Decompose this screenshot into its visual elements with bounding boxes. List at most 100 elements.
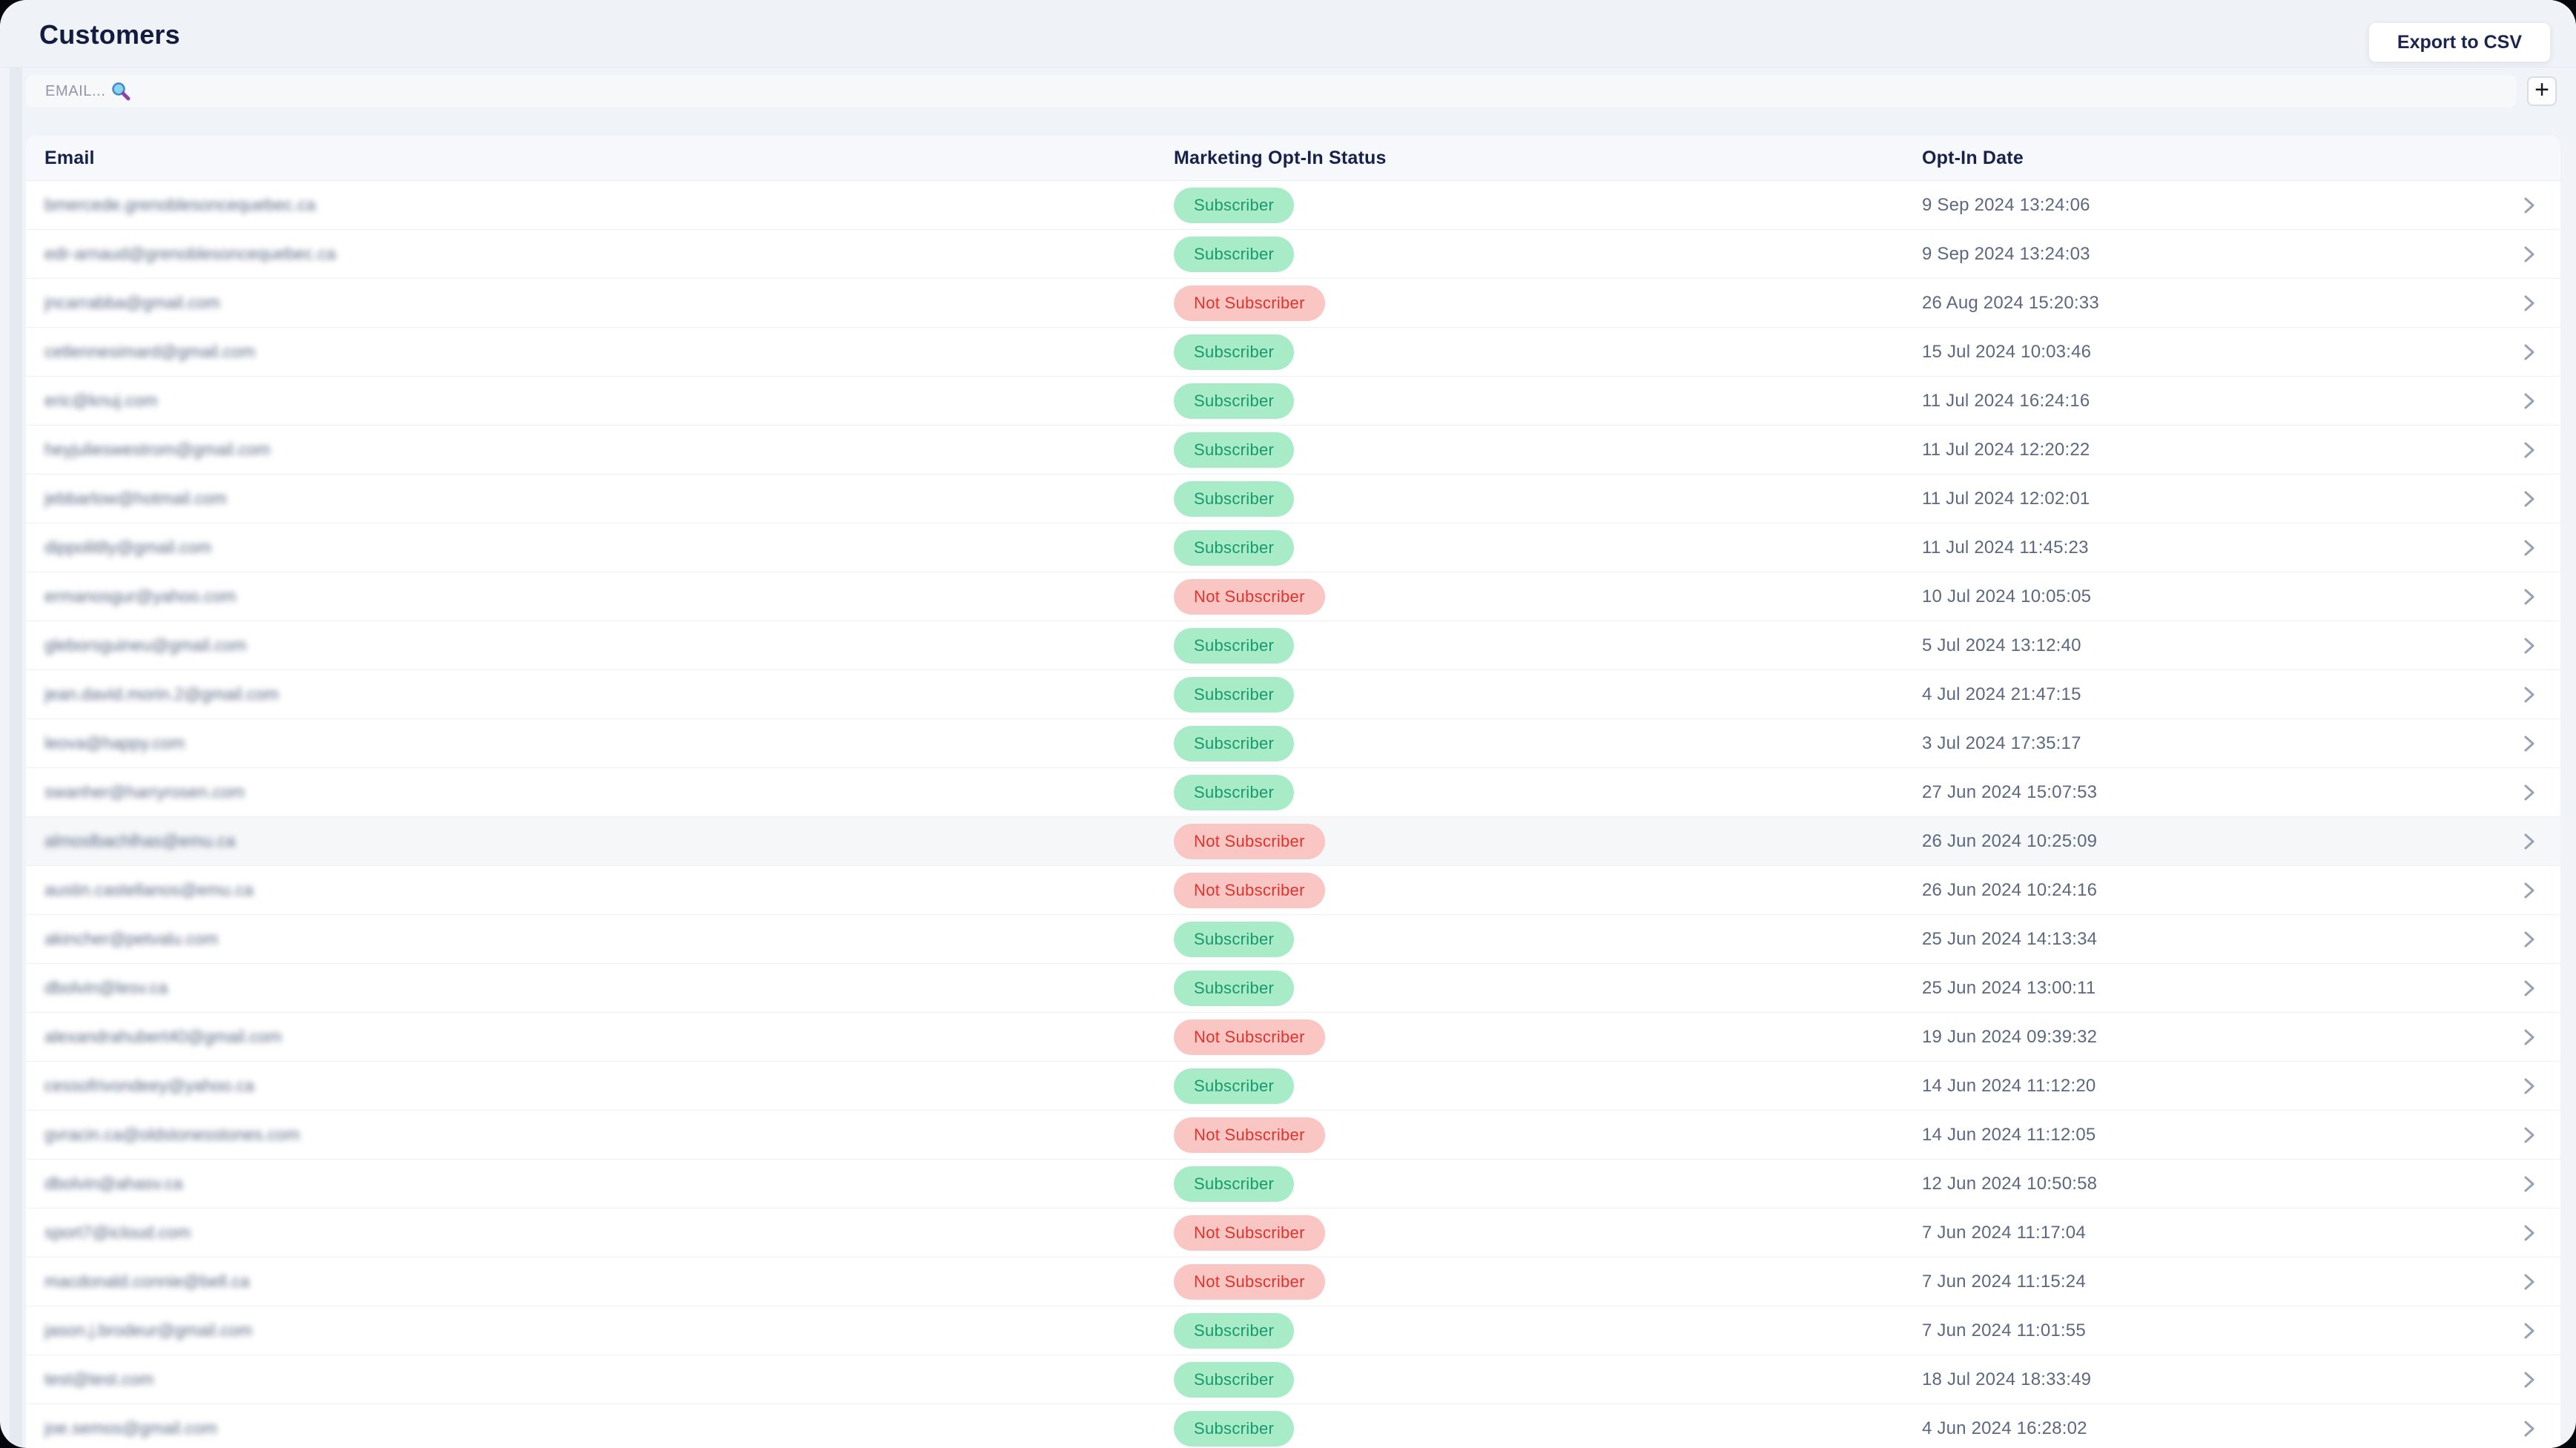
table-row[interactable]: bmercede.grenoblesoncequebec.ca Subscrib… [26, 181, 2560, 230]
chevron-cell[interactable] [2497, 586, 2560, 608]
chevron-cell[interactable] [2497, 537, 2560, 559]
table-row[interactable]: jncarrabba@gmail.com Not Subscriber 26 A… [26, 279, 2560, 328]
table-row[interactable]: leova@happy.com Subscriber 3 Jul 2024 17… [26, 719, 2560, 768]
chevron-cell[interactable] [2497, 928, 2560, 951]
email-cell: almoslbachlhas@emu.ca [44, 831, 236, 850]
status-cell: Subscriber [1174, 383, 1922, 419]
status-badge: Subscriber [1174, 1068, 1295, 1104]
add-customer-button[interactable]: + [2527, 76, 2557, 106]
email-cell: dbolvin@ahasv.ca [44, 1174, 183, 1193]
email-cell: joe.semos@gmail.com [44, 1418, 217, 1438]
status-badge: Subscriber [1174, 627, 1295, 664]
table-row[interactable]: joe.semos@gmail.com Subscriber 4 Jun 202… [26, 1404, 2560, 1448]
chevron-right-icon [2524, 295, 2534, 311]
opt-in-date-cell: 9 Sep 2024 13:24:06 [1922, 194, 2090, 215]
table-row[interactable]: dbolvin@ahasv.ca Subscriber 12 Jun 2024 … [26, 1160, 2560, 1209]
chevron-right-icon [2524, 735, 2534, 751]
status-cell: Subscriber [1174, 676, 1922, 713]
chevron-right-icon [2524, 246, 2534, 262]
table-row[interactable]: ermanosgur@yahoo.com Not Subscriber 10 J… [26, 572, 2560, 621]
chevron-cell[interactable] [2497, 879, 2560, 902]
status-badge: Subscriber [1174, 921, 1295, 957]
opt-in-date-cell: 4 Jul 2024 21:47:15 [1922, 684, 2081, 704]
table-row[interactable]: edr-arnaud@grenoblesoncequebec.ca Subscr… [26, 230, 2560, 279]
opt-in-date-cell: 26 Aug 2024 15:20:33 [1922, 292, 2099, 313]
chevron-cell[interactable] [2497, 684, 2560, 706]
chevron-right-icon [2524, 638, 2534, 653]
table-row[interactable]: dbolvin@lesv.ca Subscriber 25 Jun 2024 1… [26, 964, 2560, 1013]
table-row[interactable]: gleborsguineu@gmail.com Subscriber 5 Jul… [26, 621, 2560, 670]
status-cell: Subscriber [1174, 725, 1922, 761]
chevron-cell[interactable] [2497, 1124, 2560, 1146]
status-cell: Subscriber [1174, 1312, 1922, 1349]
table-row[interactable]: jean.david.morin.2@gmail.com Subscriber … [26, 670, 2560, 719]
status-badge: Subscriber [1174, 480, 1295, 517]
chevron-cell[interactable] [2497, 1320, 2560, 1342]
chevron-right-icon [2524, 589, 2534, 604]
export-to-csv-button[interactable]: Export to CSV [2368, 22, 2551, 62]
chevron-cell[interactable] [2497, 292, 2560, 314]
table-row[interactable]: austin.castellanos@emu.ca Not Subscriber… [26, 866, 2560, 915]
chevron-right-icon [2524, 197, 2534, 213]
status-cell: Not Subscriber [1174, 1019, 1922, 1055]
chevron-cell[interactable] [2497, 1271, 2560, 1293]
email-cell: jason.j.brodeur@gmail.com [44, 1320, 253, 1340]
table-row[interactable]: gvracin.ca@oldstonesstones.com Not Subsc… [26, 1111, 2560, 1160]
plus-icon: + [2534, 76, 2549, 104]
table-row[interactable]: heyjulieswestrom@gmail.com Subscriber 11… [26, 426, 2560, 475]
chevron-cell[interactable] [2497, 243, 2560, 265]
chevron-cell[interactable] [2497, 488, 2560, 510]
chevron-cell[interactable] [2497, 1222, 2560, 1244]
status-cell: Subscriber [1174, 970, 1922, 1006]
email-cell: cetlennesimard@gmail.com [44, 342, 256, 361]
table-row[interactable]: eric@knuj.com Subscriber 11 Jul 2024 16:… [26, 377, 2560, 426]
page-title: Customers [39, 19, 180, 50]
chevron-cell[interactable] [2497, 1418, 2560, 1440]
chevron-cell[interactable] [2497, 390, 2560, 412]
status-badge: Not Subscriber [1174, 1117, 1325, 1153]
email-cell: gvracin.ca@oldstonesstones.com [44, 1125, 300, 1144]
opt-in-date-cell: 18 Jul 2024 18:33:49 [1922, 1369, 2092, 1389]
opt-in-date-cell: 27 Jun 2024 15:07:53 [1922, 781, 2098, 802]
opt-in-date-cell: 3 Jul 2024 17:35:17 [1922, 733, 2081, 753]
table-row[interactable]: dippolit8y@gmail.com Subscriber 11 Jul 2… [26, 523, 2560, 572]
status-cell: Not Subscriber [1174, 1117, 1922, 1153]
email-search-input[interactable]: EMAIL... [26, 75, 2517, 108]
chevron-right-icon [2524, 1127, 2534, 1143]
table-row[interactable]: sport7@icloud.com Not Subscriber 7 Jun 2… [26, 1209, 2560, 1257]
email-cell: akincher@petvalu.com [44, 929, 219, 948]
table-row[interactable]: almoslbachlhas@emu.ca Not Subscriber 26 … [26, 817, 2560, 866]
chevron-cell[interactable] [2497, 781, 2560, 804]
table-row[interactable]: jebbarlow@hotmail.com Subscriber 11 Jul … [26, 475, 2560, 523]
table-row[interactable]: cessofrivondeey@yahoo.ca Subscriber 14 J… [26, 1062, 2560, 1111]
chevron-cell[interactable] [2497, 635, 2560, 657]
chevron-cell[interactable] [2497, 1173, 2560, 1195]
chevron-cell[interactable] [2497, 733, 2560, 755]
chevron-cell[interactable] [2497, 341, 2560, 363]
opt-in-date-cell: 12 Jun 2024 10:50:58 [1922, 1173, 2098, 1194]
chevron-cell[interactable] [2497, 194, 2560, 216]
opt-in-date-cell: 25 Jun 2024 13:00:11 [1922, 977, 2096, 998]
opt-in-date-cell: 4 Jun 2024 16:28:02 [1922, 1418, 2087, 1438]
chevron-cell[interactable] [2497, 1369, 2560, 1391]
chevron-cell[interactable] [2497, 1026, 2560, 1048]
chevron-right-icon [2524, 980, 2534, 996]
opt-in-date-cell: 7 Jun 2024 11:17:04 [1922, 1222, 2086, 1243]
table-row[interactable]: test@test.com Subscriber 18 Jul 2024 18:… [26, 1355, 2560, 1404]
table-row[interactable]: jason.j.brodeur@gmail.com Subscriber 7 J… [26, 1306, 2560, 1355]
table-row[interactable]: macdonald.connie@bell.ca Not Subscriber … [26, 1257, 2560, 1306]
table-row[interactable]: swanher@harryrosen.com Subscriber 27 Jun… [26, 768, 2560, 817]
table-row[interactable]: akincher@petvalu.com Subscriber 25 Jun 2… [26, 915, 2560, 964]
table-row[interactable]: alexandrahubert40@gmail.com Not Subscrib… [26, 1013, 2560, 1062]
chevron-cell[interactable] [2497, 439, 2560, 461]
chevron-cell[interactable] [2497, 1075, 2560, 1097]
status-badge: Subscriber [1174, 529, 1295, 566]
chevron-cell[interactable] [2497, 830, 2560, 853]
email-cell: eric@knuj.com [44, 391, 158, 410]
column-header-email: Email [44, 147, 95, 168]
chevron-cell[interactable] [2497, 977, 2560, 999]
opt-in-date-cell: 11 Jul 2024 12:20:22 [1922, 439, 2090, 460]
email-cell: austin.castellanos@emu.ca [44, 880, 254, 899]
opt-in-date-cell: 10 Jul 2024 10:05:05 [1922, 586, 2092, 606]
table-row[interactable]: cetlennesimard@gmail.com Subscriber 15 J… [26, 328, 2560, 377]
